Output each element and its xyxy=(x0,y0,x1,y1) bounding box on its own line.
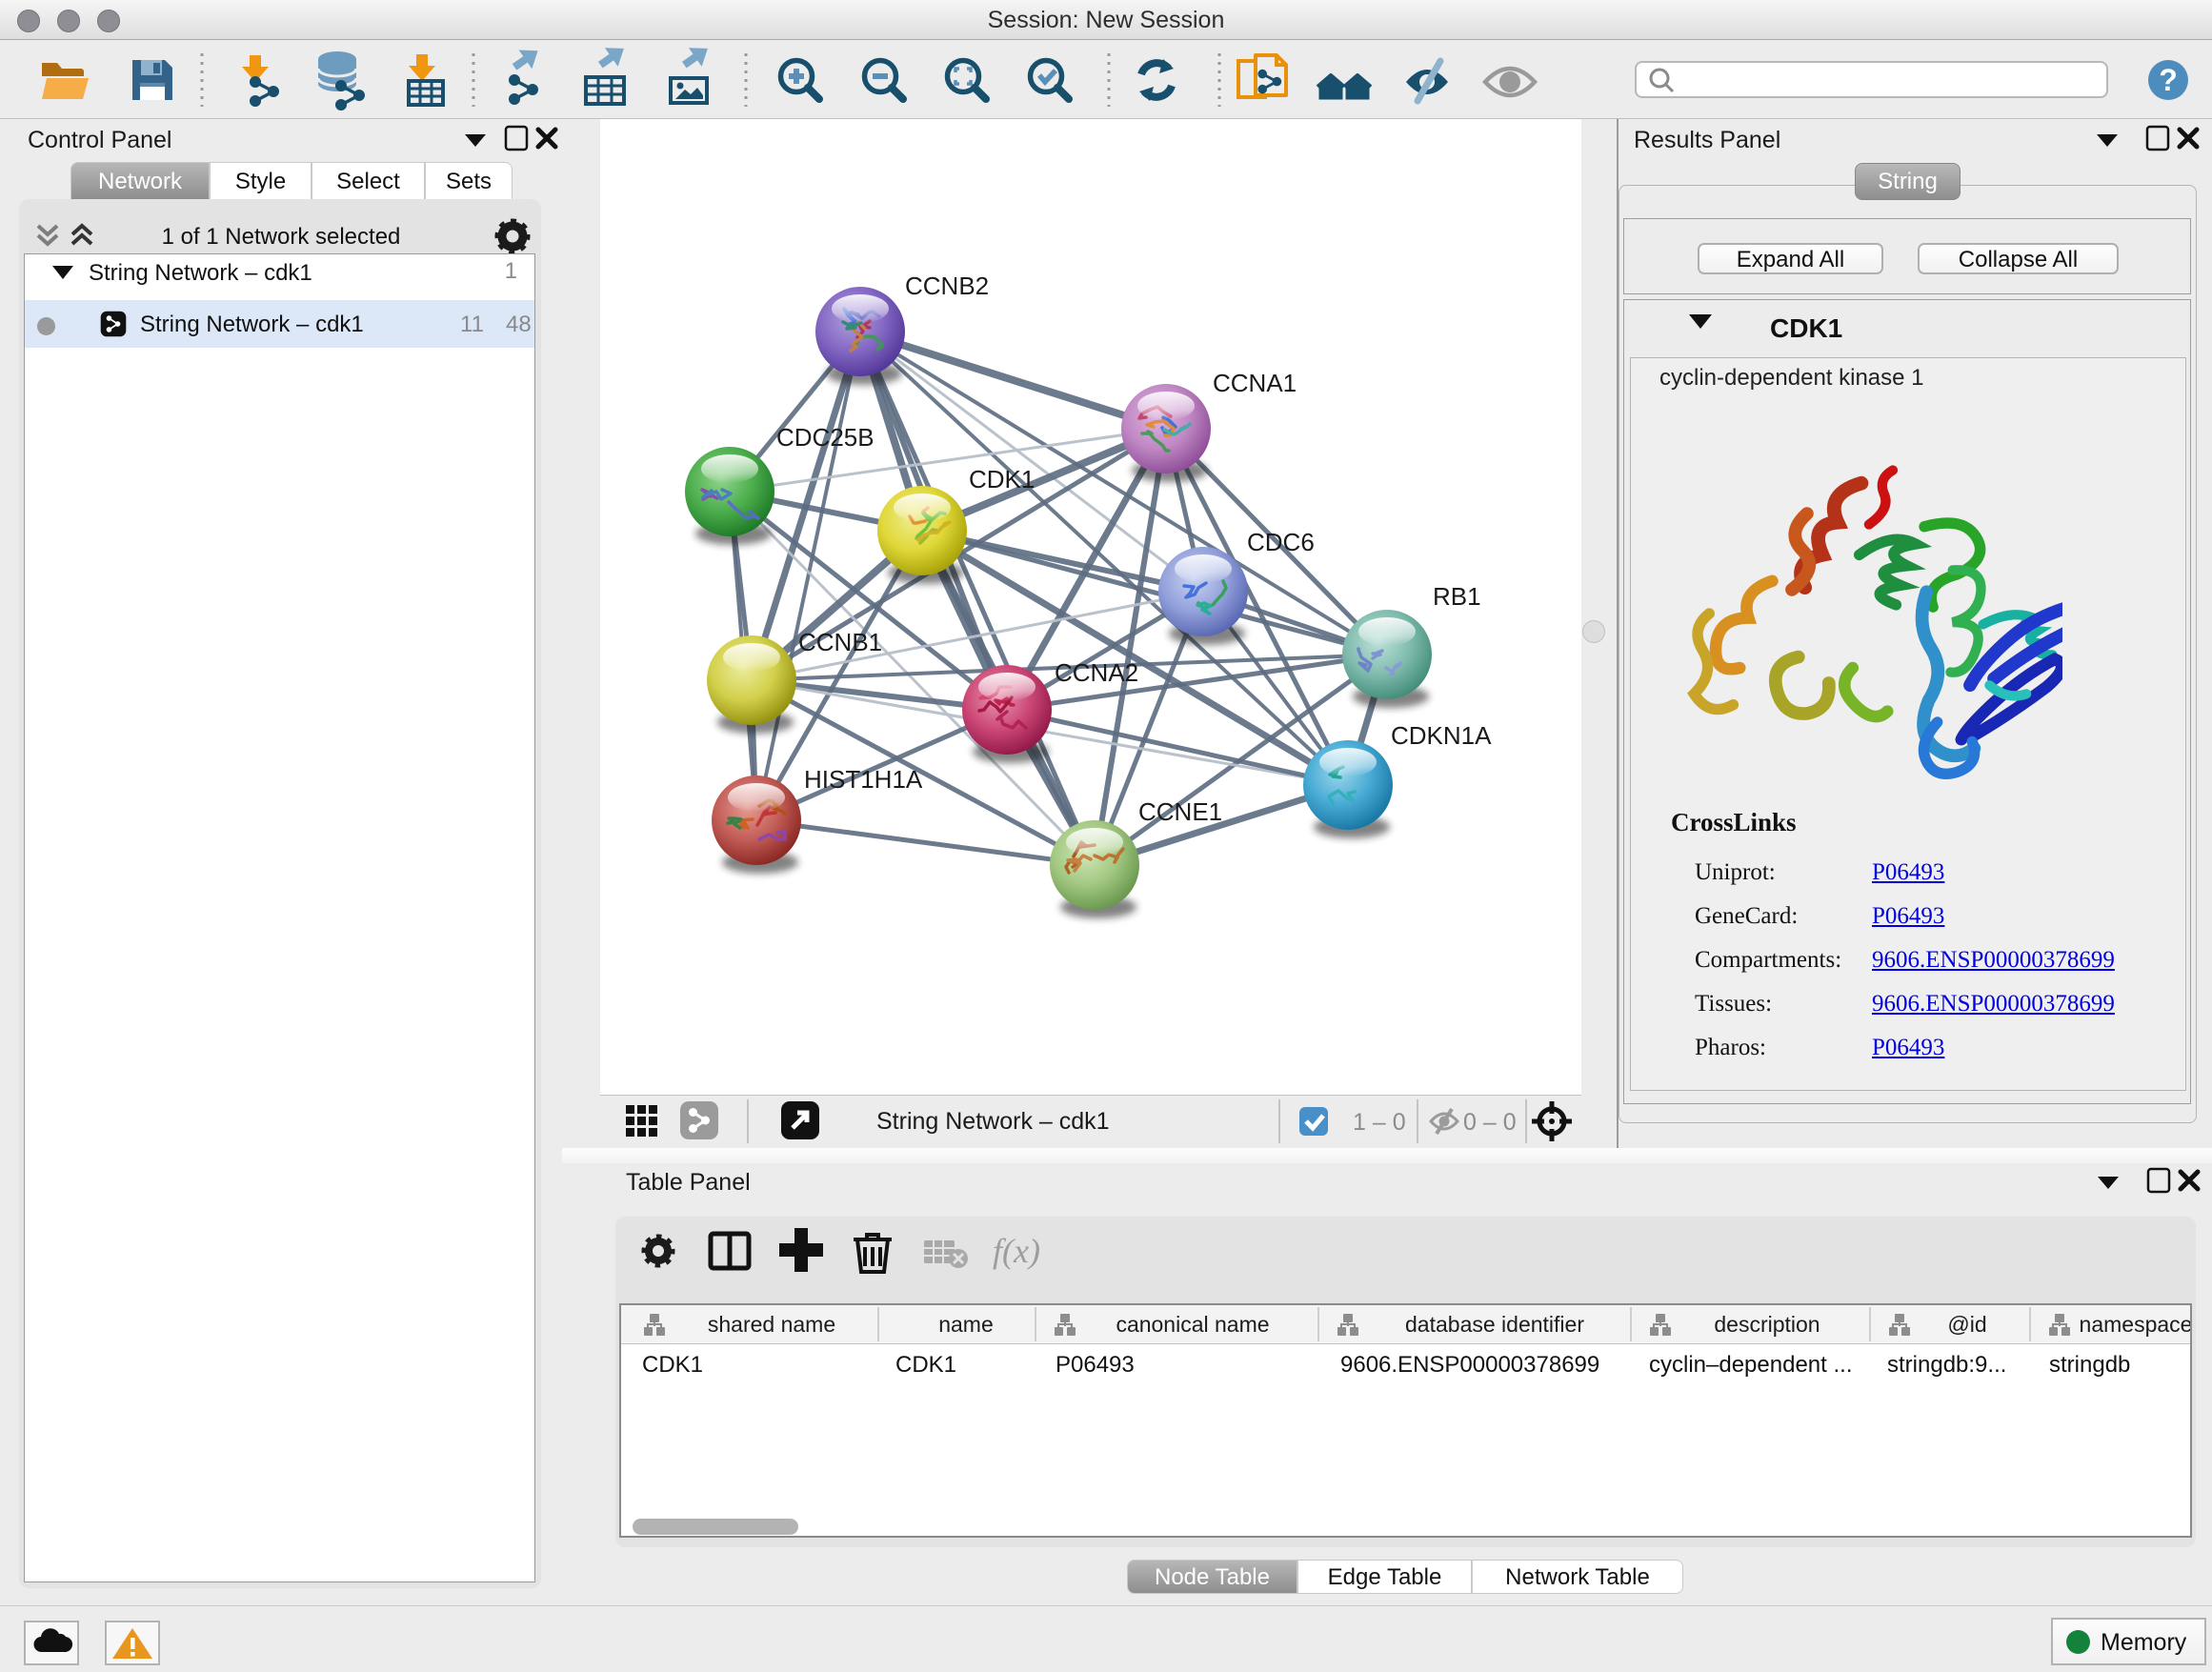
svg-text:1 – 0: 1 – 0 xyxy=(1353,1109,1406,1136)
svg-text:CDC6: CDC6 xyxy=(1247,528,1315,556)
svg-text:CDKN1A: CDKN1A xyxy=(1391,721,1492,750)
svg-text:HIST1H1A: HIST1H1A xyxy=(804,765,923,794)
svg-text:f(x): f(x) xyxy=(993,1232,1040,1270)
svg-text:CDC25B: CDC25B xyxy=(776,423,875,452)
svg-text:description: description xyxy=(1714,1312,1820,1337)
svg-text:CCNB1: CCNB1 xyxy=(798,628,882,656)
svg-text:name: name xyxy=(938,1312,994,1337)
svg-text:@id: @id xyxy=(1947,1312,1986,1337)
svg-text:canonical name: canonical name xyxy=(1116,1312,1269,1337)
svg-text:CCNA2: CCNA2 xyxy=(1055,658,1138,687)
svg-text:RB1: RB1 xyxy=(1433,582,1481,611)
svg-text:CDK1: CDK1 xyxy=(969,465,1035,494)
svg-text:0 – 0: 0 – 0 xyxy=(1463,1109,1517,1136)
svg-text:database identifier: database identifier xyxy=(1405,1312,1584,1337)
svg-text:?: ? xyxy=(2159,63,2178,97)
svg-text:CCNB2: CCNB2 xyxy=(905,272,989,300)
svg-text:CCNE1: CCNE1 xyxy=(1138,797,1222,826)
svg-text:CCNA1: CCNA1 xyxy=(1213,369,1297,397)
svg-text:shared name: shared name xyxy=(708,1312,835,1337)
svg-text:String Network – cdk1: String Network – cdk1 xyxy=(876,1108,1110,1135)
svg-text:namespace: namespace xyxy=(2080,1312,2190,1337)
